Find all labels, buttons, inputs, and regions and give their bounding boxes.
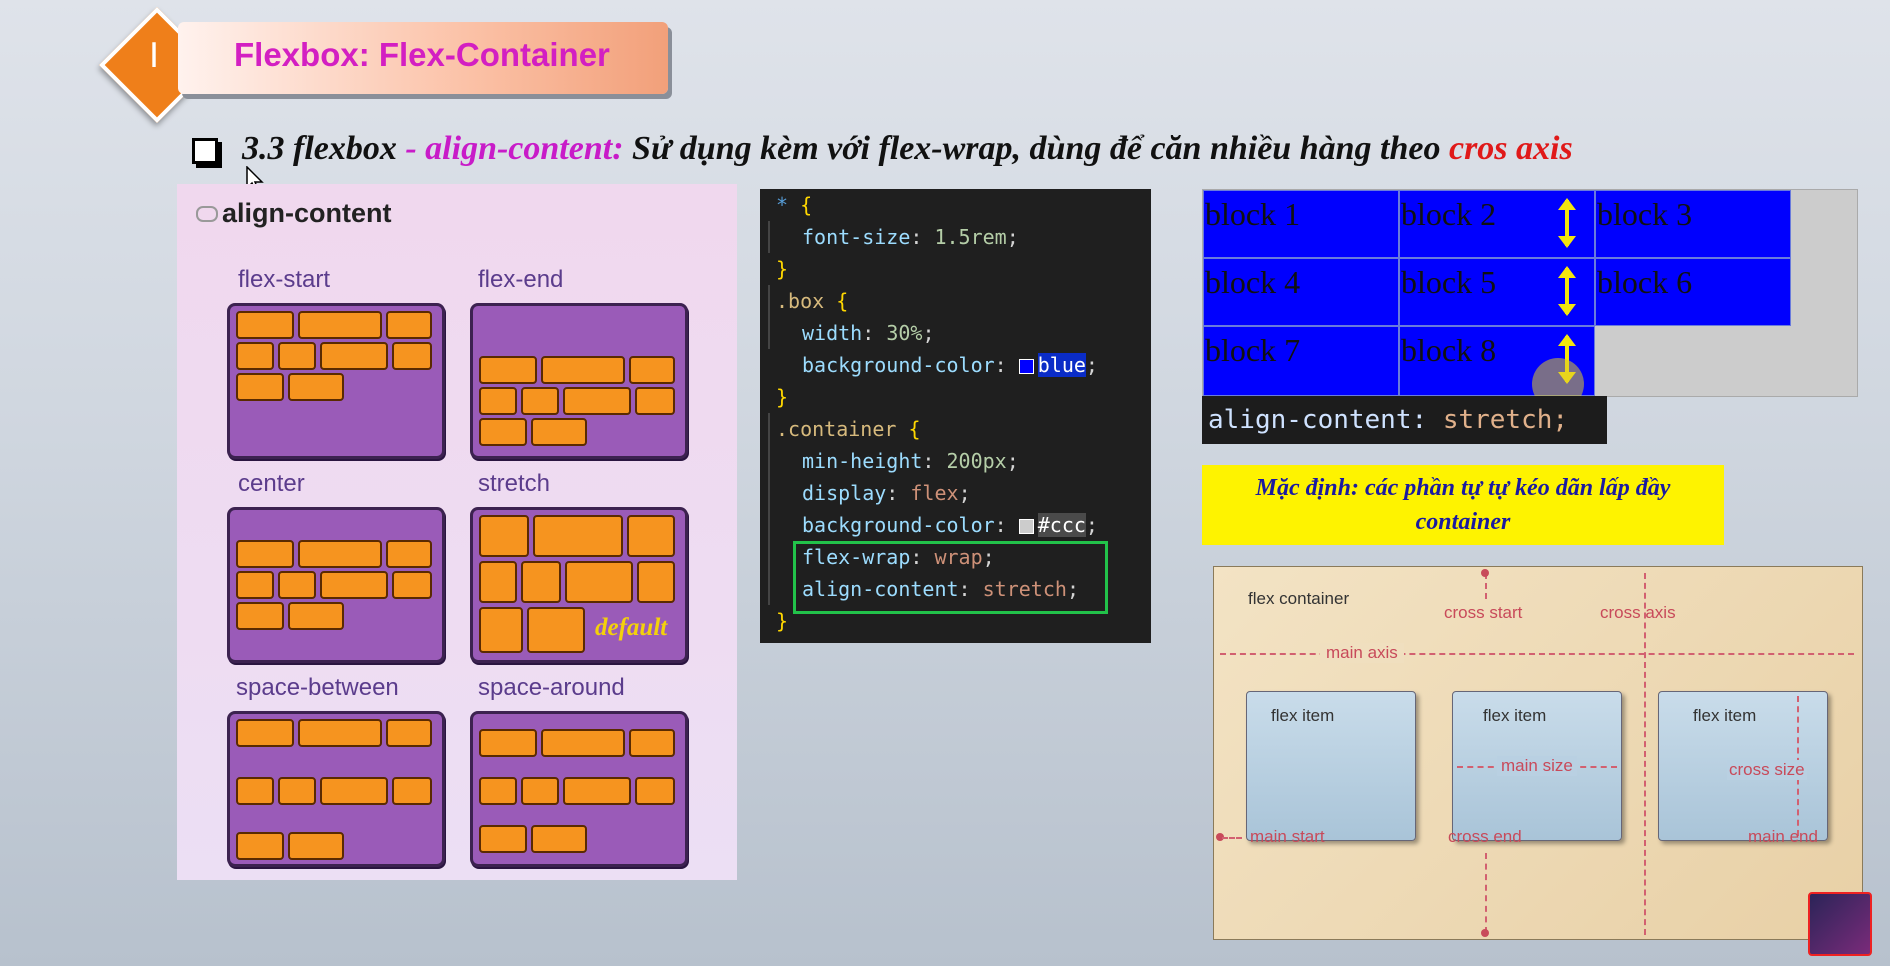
panel-space-between	[227, 711, 445, 867]
cross-start-dot	[1481, 569, 1489, 577]
bullet-square-icon	[192, 138, 218, 164]
link-icon	[196, 206, 218, 222]
code-line-8: .container {	[776, 417, 921, 441]
subtitle-property: - align-content:	[405, 130, 624, 167]
flex-axis-diagram: flex container cross start cross axis ma…	[1213, 566, 1863, 940]
panel-label-flex-start: flex-start	[238, 266, 331, 293]
demo-block: block 3	[1595, 190, 1791, 258]
gray-swatch-icon	[1018, 519, 1034, 534]
highlight-box	[793, 541, 1108, 614]
panel-center	[227, 507, 445, 663]
flex-item-label: flex item	[1483, 706, 1547, 725]
code-line-6: background-color: blue;	[802, 353, 1098, 377]
panel-flex-start	[227, 303, 445, 459]
code-line-1: * {	[776, 193, 813, 217]
panel-label-flex-end: flex-end	[478, 266, 564, 293]
code-line-3: }	[776, 257, 789, 281]
blue-swatch-icon	[1018, 359, 1034, 374]
flex-item-label: flex item	[1271, 706, 1335, 725]
flex-item-2: flex item main size	[1452, 691, 1622, 841]
illustration-title: align-content	[222, 198, 392, 228]
channel-avatar-icon[interactable]	[1808, 892, 1872, 956]
panel-flex-end	[470, 303, 688, 459]
panel-label-space-between: space-between	[236, 674, 399, 701]
demo-block: block 6	[1595, 258, 1791, 326]
code-line-4: .box {	[776, 289, 849, 313]
main-axis-label: main axis	[1320, 643, 1404, 663]
main-axis-line	[1220, 653, 1854, 655]
stretch-arrow-icon	[1558, 266, 1576, 316]
code-line-5: width: 30%;	[802, 321, 935, 345]
panel-label-space-around: space-around	[478, 674, 625, 701]
cross-axis-line	[1644, 573, 1646, 935]
default-label: default	[595, 614, 668, 641]
cross-end-line	[1485, 853, 1487, 933]
flex-item-3: flex item cross size	[1658, 691, 1828, 841]
demo-block: block 4	[1203, 258, 1399, 326]
stretch-arrow-icon	[1558, 198, 1576, 248]
flex-demo-container: block 1 block 2 block 3 block 4 block 5 …	[1202, 189, 1858, 397]
subtitle-number: 3.3 flexbox	[242, 130, 406, 167]
panel-stretch: default	[470, 507, 688, 663]
code-line-11: background-color: #ccc;	[802, 513, 1098, 537]
panel-space-around	[470, 711, 688, 867]
code-line-10: display: flex;	[802, 481, 971, 505]
panel-label-center: center	[238, 470, 305, 497]
panel-label-stretch: stretch	[478, 470, 551, 497]
cross-axis-label: cross axis	[1600, 603, 1676, 622]
section-subtitle: 3.3 flexbox - align-content: Sử dụng kèm…	[242, 130, 1573, 168]
page-title: Flexbox: Flex-Container	[234, 36, 610, 73]
align-content-value-label: align-content: stretch;	[1202, 396, 1607, 444]
code-line-2: font-size: 1.5rem;	[802, 225, 1019, 249]
cross-end-label: cross end	[1448, 827, 1522, 846]
container-label: flex container	[1248, 589, 1350, 608]
subtitle-description: Sử dụng kèm với flex-wrap, dùng để căn n…	[623, 130, 1449, 167]
cross-start-label: cross start	[1444, 603, 1523, 622]
cross-end-dot	[1481, 929, 1489, 937]
flex-item-1: flex item	[1246, 691, 1416, 841]
demo-block: block 1	[1203, 190, 1399, 258]
code-line-14: }	[776, 609, 789, 633]
flex-item-label: flex item	[1693, 706, 1757, 725]
subtitle-axis: cros axis	[1448, 130, 1573, 167]
demo-block: block 7	[1203, 326, 1399, 396]
cross-size-label: cross size	[1727, 760, 1807, 780]
default-note: Mặc định: các phần tự tự kéo dãn lấp đầy…	[1202, 465, 1724, 545]
main-start-label: main start	[1250, 827, 1325, 846]
main-size-label: main size	[1497, 756, 1577, 776]
code-line-9: min-height: 200px;	[802, 449, 1019, 473]
code-line-7: }	[776, 385, 789, 409]
main-end-label: main end	[1748, 827, 1818, 846]
